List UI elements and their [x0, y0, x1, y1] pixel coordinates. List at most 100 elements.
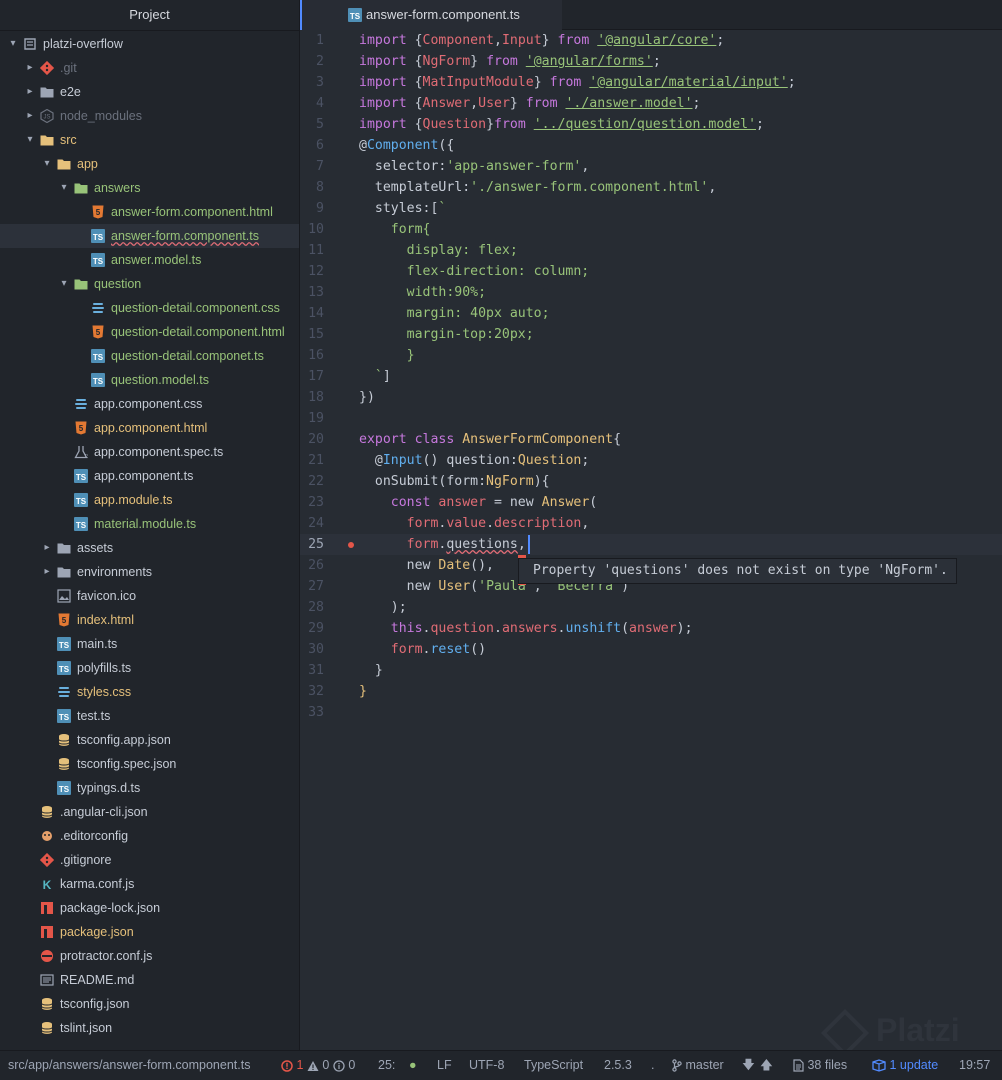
tree-file[interactable]: TS test.ts: [0, 704, 299, 728]
git-push-icon[interactable]: 🡅: [760, 1051, 773, 1079]
tree-folder[interactable]: ▸ assets: [0, 536, 299, 560]
tree-file[interactable]: question-detail.component.css: [0, 296, 299, 320]
code-line[interactable]: 2 import {NgForm} from '@angular/forms';: [300, 51, 1002, 72]
git-branch[interactable]: master: [672, 1051, 724, 1079]
code-line[interactable]: 24 form.value.description,: [300, 513, 1002, 534]
tree-file[interactable]: 5 index.html: [0, 608, 299, 632]
chevron-down-icon[interactable]: ▾: [59, 176, 69, 200]
code-line[interactable]: 14 margin: 40px auto;: [300, 303, 1002, 324]
code-line[interactable]: 4 import {Answer,User} from './answer.mod…: [300, 93, 1002, 114]
chevron-right-icon[interactable]: ▸: [42, 560, 52, 584]
file-count[interactable]: 38 files: [793, 1051, 847, 1079]
tree-folder[interactable]: ▾ app: [0, 152, 299, 176]
tree-file[interactable]: TS main.ts: [0, 632, 299, 656]
chevron-right-icon[interactable]: ▸: [25, 104, 35, 128]
chevron-down-icon[interactable]: ▾: [25, 128, 35, 152]
tree-file[interactable]: 5 answer-form.component.html: [0, 200, 299, 224]
code-line[interactable]: 5 import {Question}from '../question/ques…: [300, 114, 1002, 135]
tree-file[interactable]: TS app.component.spec.ts: [0, 440, 299, 464]
code-line[interactable]: 30 form.reset(): [300, 639, 1002, 660]
code-line[interactable]: 29 this.question.answers.unshift(answer)…: [300, 618, 1002, 639]
code-line[interactable]: 20 export class AnswerFormComponent{: [300, 429, 1002, 450]
code-line[interactable]: 33: [300, 702, 1002, 723]
update-notification[interactable]: 1 update: [872, 1051, 938, 1079]
tree-file[interactable]: .gitignore: [0, 848, 299, 872]
code-line[interactable]: 7 selector:'app-answer-form',: [300, 156, 1002, 177]
tree-folder[interactable]: ▸ e2e: [0, 80, 299, 104]
tree-file[interactable]: styles.css: [0, 680, 299, 704]
typescript-version[interactable]: 2.5.3: [604, 1051, 632, 1079]
tree-file[interactable]: TS typings.d.ts: [0, 776, 299, 800]
chevron-down-icon[interactable]: ▾: [42, 152, 52, 176]
code-line[interactable]: 6 @Component({: [300, 135, 1002, 156]
tree-file[interactable]: README.md: [0, 968, 299, 992]
tree-file[interactable]: tsconfig.json: [0, 992, 299, 1016]
tree-file[interactable]: tsconfig.spec.json: [0, 752, 299, 776]
code-line[interactable]: 11 display: flex;: [300, 240, 1002, 261]
tree-file[interactable]: tslint.json: [0, 1016, 299, 1040]
git-pull-icon[interactable]: 🡇: [742, 1051, 755, 1079]
code-line[interactable]: 12 flex-direction: column;: [300, 261, 1002, 282]
diagnostics-summary[interactable]: 1 0 0: [281, 1051, 355, 1079]
grammar-selector[interactable]: TypeScript: [524, 1051, 583, 1079]
file-encoding[interactable]: UTF-8: [469, 1051, 504, 1079]
code-line[interactable]: 25 form.questions,: [300, 534, 1002, 555]
code-line[interactable]: 28 );: [300, 597, 1002, 618]
code-line[interactable]: 1 import {Component,Input} from '@angular…: [300, 30, 1002, 51]
chevron-down-icon[interactable]: ▾: [8, 32, 18, 56]
tree-folder[interactable]: ▸ JS node_modules: [0, 104, 299, 128]
tree-file[interactable]: package-lock.json: [0, 896, 299, 920]
code-line[interactable]: 15 margin-top:20px;: [300, 324, 1002, 345]
tree-file[interactable]: TS app.component.ts: [0, 464, 299, 488]
code-line[interactable]: 17 `]: [300, 366, 1002, 387]
code-line[interactable]: 32}: [300, 681, 1002, 702]
tree-file[interactable]: favicon.ico: [0, 584, 299, 608]
code-token: from: [549, 75, 590, 90]
code-line[interactable]: 16 }: [300, 345, 1002, 366]
code-line[interactable]: 21 @Input() question:Question;: [300, 450, 1002, 471]
status-file-path[interactable]: src/app/answers/answer-form.component.ts: [8, 1051, 250, 1079]
tree-file[interactable]: package.json: [0, 920, 299, 944]
chevron-down-icon[interactable]: ▾: [59, 272, 69, 296]
tree-folder[interactable]: ▾ answers: [0, 176, 299, 200]
tab-answer-form-component-ts[interactable]: TS answer-form.component.ts: [300, 0, 562, 30]
line-ending[interactable]: LF: [437, 1051, 452, 1079]
tree-file[interactable]: TS question-detail.componet.ts: [0, 344, 299, 368]
line-number: 15: [308, 327, 324, 342]
tree-file[interactable]: TS app.module.ts: [0, 488, 299, 512]
tree-folder[interactable]: ▾ question: [0, 272, 299, 296]
tree-file[interactable]: Kkarma.conf.js: [0, 872, 299, 896]
code-line[interactable]: 23 const answer = new Answer(: [300, 492, 1002, 513]
tree-file[interactable]: protractor.conf.js: [0, 944, 299, 968]
code-line[interactable]: 18}): [300, 387, 1002, 408]
code-line[interactable]: 31 }: [300, 660, 1002, 681]
tree-file[interactable]: .editorconfig: [0, 824, 299, 848]
code-line[interactable]: 22 onSubmit(form:NgForm){: [300, 471, 1002, 492]
chevron-right-icon[interactable]: ▸: [42, 536, 52, 560]
tree-file[interactable]: TS answer.model.ts: [0, 248, 299, 272]
code-token: import: [359, 96, 415, 111]
code-editor[interactable]: 1 import {Component,Input} from '@angular…: [300, 30, 1002, 1050]
tree-file[interactable]: 5 question-detail.component.html: [0, 320, 299, 344]
code-line[interactable]: 19: [300, 408, 1002, 429]
tree-file[interactable]: TS answer-form.component.ts: [0, 224, 299, 248]
cursor-position[interactable]: 25:: [378, 1051, 395, 1079]
chevron-right-icon[interactable]: ▸: [25, 56, 35, 80]
tree-file[interactable]: .angular-cli.json: [0, 800, 299, 824]
code-line[interactable]: 8 templateUrl:'./answer-form.component.h…: [300, 177, 1002, 198]
tree-file[interactable]: 5 app.component.html: [0, 416, 299, 440]
code-line[interactable]: 13 width:90%;: [300, 282, 1002, 303]
tree-file[interactable]: app.component.css: [0, 392, 299, 416]
tree-file[interactable]: tsconfig.app.json: [0, 728, 299, 752]
code-line[interactable]: 9 styles:[`: [300, 198, 1002, 219]
tree-folder[interactable]: ▾ platzi-overflow: [0, 32, 299, 56]
tree-file[interactable]: TS question.model.ts: [0, 368, 299, 392]
chevron-right-icon[interactable]: ▸: [25, 80, 35, 104]
tree-folder[interactable]: ▾ src: [0, 128, 299, 152]
code-line[interactable]: 3 import {MatInputModule} from '@angular/…: [300, 72, 1002, 93]
tree-folder[interactable]: ▸ .git: [0, 56, 299, 80]
tree-folder[interactable]: ▸ environments: [0, 560, 299, 584]
tree-file[interactable]: TS polyfills.ts: [0, 656, 299, 680]
code-line[interactable]: 10 form{: [300, 219, 1002, 240]
tree-file[interactable]: TS material.module.ts: [0, 512, 299, 536]
